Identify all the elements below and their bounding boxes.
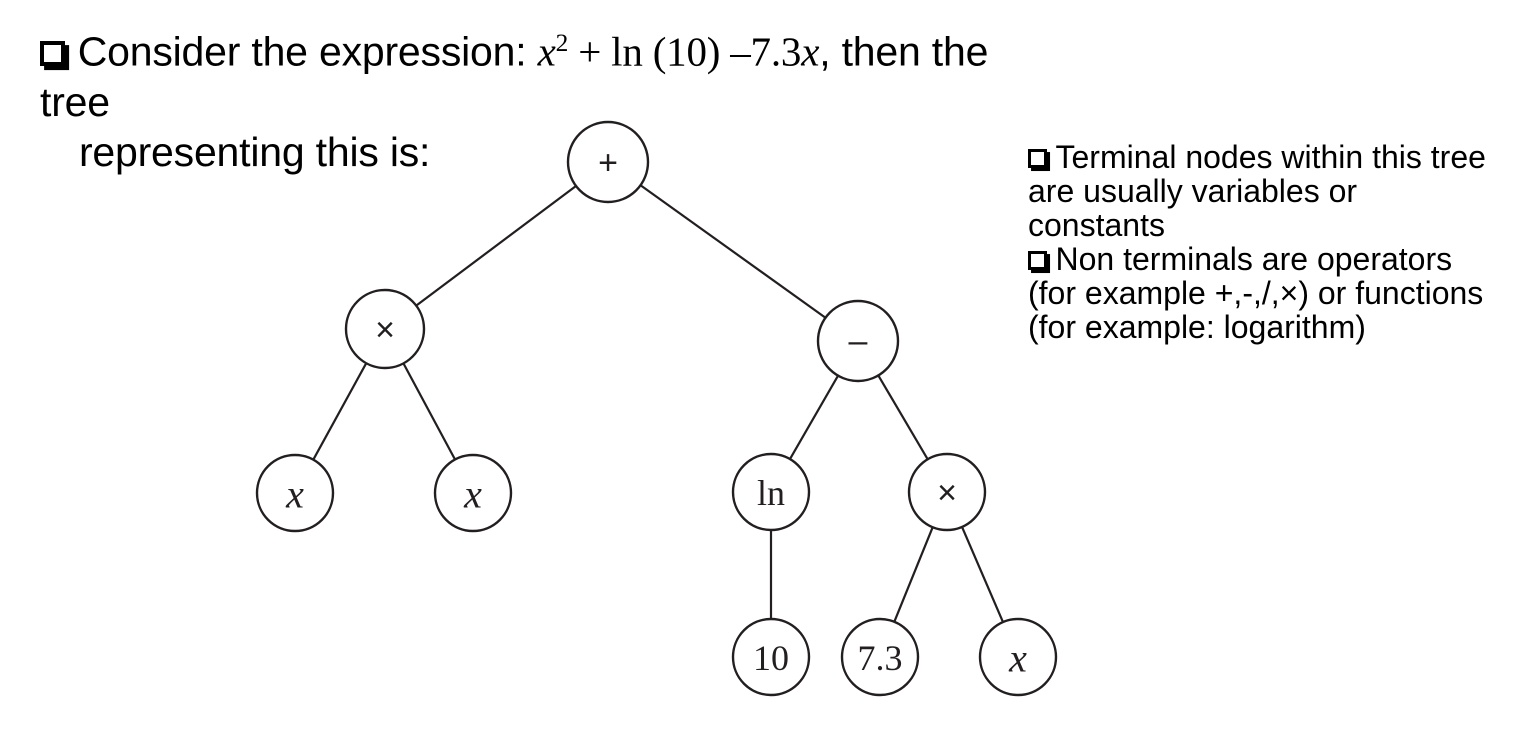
tree-node-x-2[interactable]: x xyxy=(433,453,513,533)
tree-edge-mul-right-to-x-3 xyxy=(961,526,1004,623)
tree-edge-sub-right-to-mul-right xyxy=(877,374,929,460)
node-label-x-3: x xyxy=(1008,636,1027,681)
tree-node-mul-left[interactable]: × xyxy=(344,288,426,370)
tree-edge-mul-left-to-x-2 xyxy=(402,362,456,461)
tree-node-x-3[interactable]: x xyxy=(978,617,1058,697)
tree-node-ln[interactable]: ln xyxy=(731,452,811,532)
node-label-sub-right: – xyxy=(849,322,868,360)
node-label-x-2: x xyxy=(463,472,482,517)
node-label-const-73: 7.3 xyxy=(858,638,903,678)
node-label-const-10: 10 xyxy=(753,638,789,678)
node-label-mul-left: × xyxy=(375,311,395,349)
tree-edge-root-to-sub-right xyxy=(639,184,827,319)
tree-node-x-1[interactable]: x xyxy=(255,453,335,533)
tree-node-root[interactable]: + xyxy=(566,120,650,204)
tree-node-const-10[interactable]: 10 xyxy=(731,617,811,697)
tree-edge-sub-right-to-ln xyxy=(789,375,839,460)
node-label-mul-right: × xyxy=(937,474,957,512)
node-label-ln: ln xyxy=(757,473,785,513)
tree-edge-mul-left-to-x-1 xyxy=(312,362,368,461)
node-label-root: + xyxy=(598,144,618,182)
tree-node-const-73[interactable]: 7.3 xyxy=(840,617,920,697)
expression-tree-diagram: + × – x x ln × 10 7.3 x xyxy=(255,120,1058,697)
tree-edge-mul-right-to-const-73 xyxy=(893,526,934,623)
tree-node-layer: + × – x x ln × 10 7.3 x xyxy=(255,120,1058,697)
node-label-x-1: x xyxy=(285,472,304,517)
tree-edge-root-to-mul-left xyxy=(415,185,577,307)
tree-node-mul-right[interactable]: × xyxy=(907,452,987,532)
tree-node-sub-right[interactable]: – xyxy=(816,299,900,383)
tree-edge-layer xyxy=(312,184,1004,623)
